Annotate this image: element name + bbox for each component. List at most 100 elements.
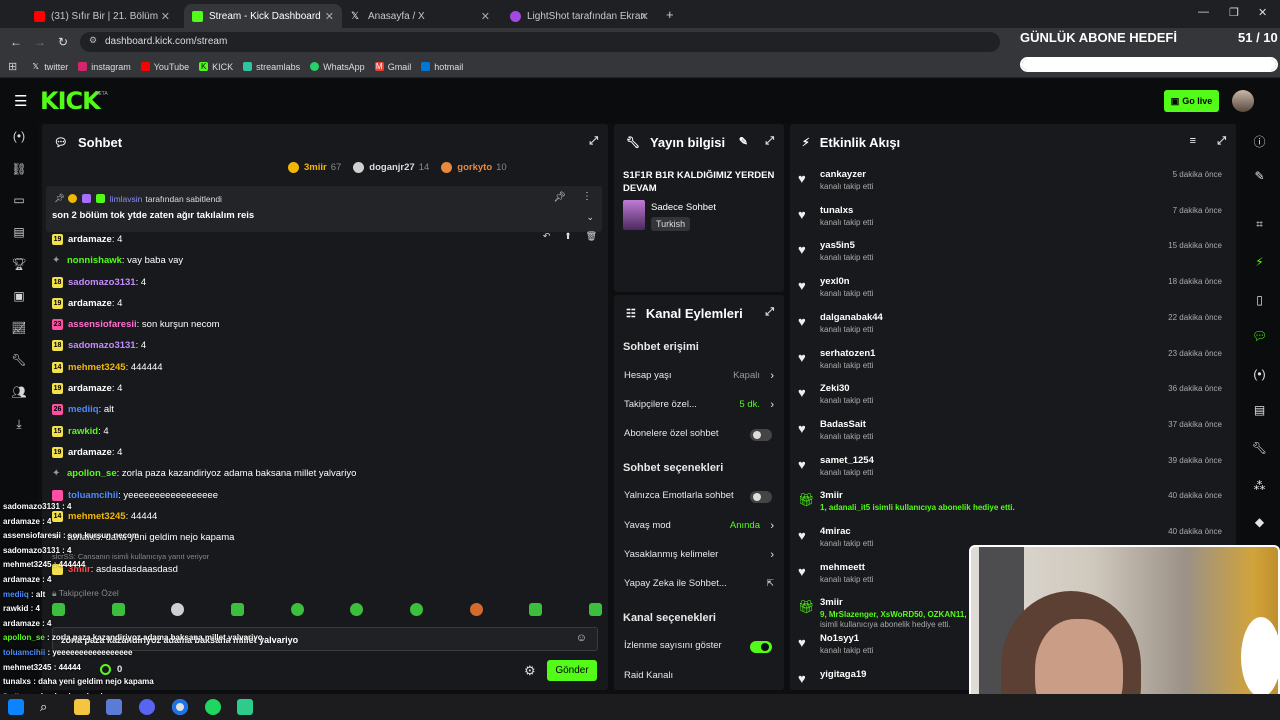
- leader-name[interactable]: 3miir: [304, 162, 327, 173]
- slow-mode-setting[interactable]: Yavaş mod Anında ›: [624, 520, 774, 532]
- ai-moderation-setting[interactable]: Yapay Zeka ile Sohbet... ⇱: [624, 578, 774, 589]
- link-icon[interactable]: ⛓: [11, 162, 27, 178]
- apps-grid-icon[interactable]: ⊞: [8, 60, 17, 73]
- lightning-icon[interactable]: ⚡︎: [1251, 255, 1268, 272]
- search-icon[interactable]: ⌕: [40, 699, 56, 715]
- close-icon[interactable]: ✕: [481, 10, 490, 23]
- emote-icon[interactable]: [469, 603, 483, 616]
- emote-icon[interactable]: [230, 603, 244, 616]
- pin-message-icon[interactable]: ⬆: [564, 231, 572, 247]
- raid-channel-setting[interactable]: Raid Kanalı: [624, 670, 774, 681]
- event-user[interactable]: yexl0n: [820, 276, 850, 287]
- send-button[interactable]: Gönder: [547, 660, 597, 681]
- chat-username[interactable]: sadomazo3131: [68, 340, 136, 351]
- stream-category[interactable]: Sadece Sohbet: [651, 202, 716, 213]
- chat-message[interactable]: 19 ardamaze: 4: [52, 298, 122, 309]
- chat-username[interactable]: assensiofaresii: [68, 319, 137, 330]
- close-icon[interactable]: ✕: [325, 10, 334, 23]
- chat-username[interactable]: sadomazo3131: [68, 277, 136, 288]
- subscribers-only-toggle[interactable]: [750, 429, 772, 441]
- emote-icon[interactable]: [588, 603, 602, 616]
- banned-words-setting[interactable]: Yasaklanmış kelimeler ›: [624, 549, 774, 561]
- chat-username[interactable]: ardamaze: [68, 447, 112, 458]
- window-close-button[interactable]: ✕: [1258, 6, 1267, 19]
- url-bar[interactable]: ⚙ dashboard.kick.com/stream: [80, 32, 1000, 52]
- chat-message[interactable]: toluamcihii: yeeeeeeeeeeeeeeeee: [52, 490, 218, 501]
- popout-icon[interactable]: ⤢: [589, 135, 598, 148]
- chat-message[interactable]: 14 mehmet3245: 444444: [52, 362, 163, 373]
- bookmark-whatsapp[interactable]: WhatsApp: [310, 62, 365, 72]
- event-user[interactable]: yas5in5: [820, 240, 855, 251]
- filter-icon[interactable]: ≡: [1190, 135, 1196, 147]
- unpin-icon[interactable]: 📌︎: [553, 192, 566, 203]
- chat-message[interactable]: 18 sadomazo3131: 4: [52, 340, 146, 351]
- wrench-icon[interactable]: 🔧︎: [1251, 441, 1268, 458]
- event-user[interactable]: mehmeett: [820, 562, 865, 573]
- emote-icon[interactable]: [290, 603, 304, 616]
- emoji-icon[interactable]: ☺: [576, 632, 587, 644]
- analytics-icon[interactable]: 📈︎: [11, 321, 27, 337]
- panel-icon[interactable]: ▤: [1251, 403, 1268, 420]
- reply-icon[interactable]: ↶: [543, 231, 551, 247]
- event-user[interactable]: tunalxs: [820, 205, 853, 216]
- event-user[interactable]: cankayzer: [820, 169, 866, 180]
- reload-icon[interactable]: ↻: [58, 35, 68, 49]
- broadcast-icon[interactable]: (•): [1251, 367, 1268, 384]
- chat-username[interactable]: apollon_se: [67, 468, 117, 479]
- bookmark-instagram[interactable]: instagram: [78, 62, 131, 72]
- followers-only-setting[interactable]: Takipçilere özel... 5 dk. ›: [624, 399, 774, 411]
- event-user[interactable]: 4mirac: [820, 526, 851, 537]
- event-user[interactable]: serhatozen1: [820, 348, 875, 359]
- tab-kick-dashboard[interactable]: Stream - Kick Dashboard ✕: [184, 4, 342, 28]
- chat-username[interactable]: nonnishawk: [67, 255, 122, 266]
- file-explorer-icon[interactable]: [74, 699, 90, 715]
- close-icon[interactable]: ✕: [161, 10, 170, 23]
- leader-name[interactable]: doganjr27: [369, 162, 414, 173]
- bookmark-streamlabs[interactable]: streamlabs: [243, 62, 300, 72]
- leader-name[interactable]: gorkyto: [457, 162, 492, 173]
- popout-icon[interactable]: ⤢: [765, 135, 774, 148]
- chat-message[interactable]: ✦ nonnishawk: vay baba vay: [52, 255, 183, 266]
- wrench-icon[interactable]: 🔧︎: [11, 353, 27, 369]
- emote-icon[interactable]: [171, 603, 185, 616]
- chat-message[interactable]: 15 rawkid: 4: [52, 426, 109, 437]
- account-age-setting[interactable]: Hesap yaşı Kapalı ›: [624, 370, 774, 382]
- chat-message[interactable]: 18 sadomazo3131: 4: [52, 277, 146, 288]
- event-user[interactable]: 3miir: [820, 597, 843, 608]
- window-icon[interactable]: ▭: [11, 193, 27, 209]
- close-icon[interactable]: ✕: [640, 10, 649, 23]
- streamlabs-icon[interactable]: [237, 699, 253, 715]
- tab-youtube[interactable]: (31) Sıfır Bir | 21. Bölüm - YouTube ✕: [26, 4, 178, 28]
- event-user[interactable]: samet_1254: [820, 455, 874, 466]
- more-options-icon[interactable]: ⋮: [582, 191, 592, 202]
- chat-username[interactable]: mehmet3245: [68, 362, 126, 373]
- chat-username[interactable]: ardamaze: [68, 298, 112, 309]
- chat-bubble-icon[interactable]: 💬︎: [1251, 329, 1268, 346]
- maximize-button[interactable]: ❐: [1229, 6, 1239, 19]
- pinned-by-user[interactable]: limlavsin: [110, 194, 143, 204]
- edit-pencil-icon[interactable]: ✎: [739, 135, 748, 148]
- show-viewers-toggle[interactable]: [750, 641, 772, 653]
- chat-message[interactable]: 19 ardamaze: 4: [52, 447, 122, 458]
- chat-username[interactable]: mehmet3245: [68, 511, 126, 522]
- gear-icon[interactable]: ⚙: [524, 663, 536, 679]
- chrome-icon[interactable]: [172, 699, 188, 715]
- discord-icon[interactable]: [139, 699, 155, 715]
- trophy-icon[interactable]: 🏆︎: [11, 257, 27, 273]
- crop-icon[interactable]: ⌗: [1251, 217, 1268, 234]
- bookmark-hotmail[interactable]: hotmail: [421, 62, 463, 72]
- tab-x[interactable]: 𝕏 Anasayfa / X ✕: [343, 4, 498, 28]
- event-user[interactable]: 3miir: [820, 490, 843, 501]
- emotes-only-toggle[interactable]: [750, 491, 772, 503]
- download-icon[interactable]: ⤓: [11, 417, 27, 433]
- emote-icon[interactable]: [111, 603, 125, 616]
- channel-points[interactable]: 0: [100, 664, 122, 675]
- delete-icon[interactable]: 🗑︎: [586, 231, 597, 247]
- chat-message[interactable]: 14 mehmet3245: 44444: [52, 511, 157, 522]
- chat-username[interactable]: mediiq: [68, 404, 99, 415]
- document-icon[interactable]: ▯: [1251, 293, 1268, 310]
- hamburger-menu-icon[interactable]: ☰: [14, 92, 27, 110]
- site-info-icon[interactable]: ⚙: [89, 35, 97, 46]
- forward-arrow-icon[interactable]: →: [34, 35, 46, 49]
- chat-message[interactable]: 26 mediiq: alt: [52, 404, 114, 415]
